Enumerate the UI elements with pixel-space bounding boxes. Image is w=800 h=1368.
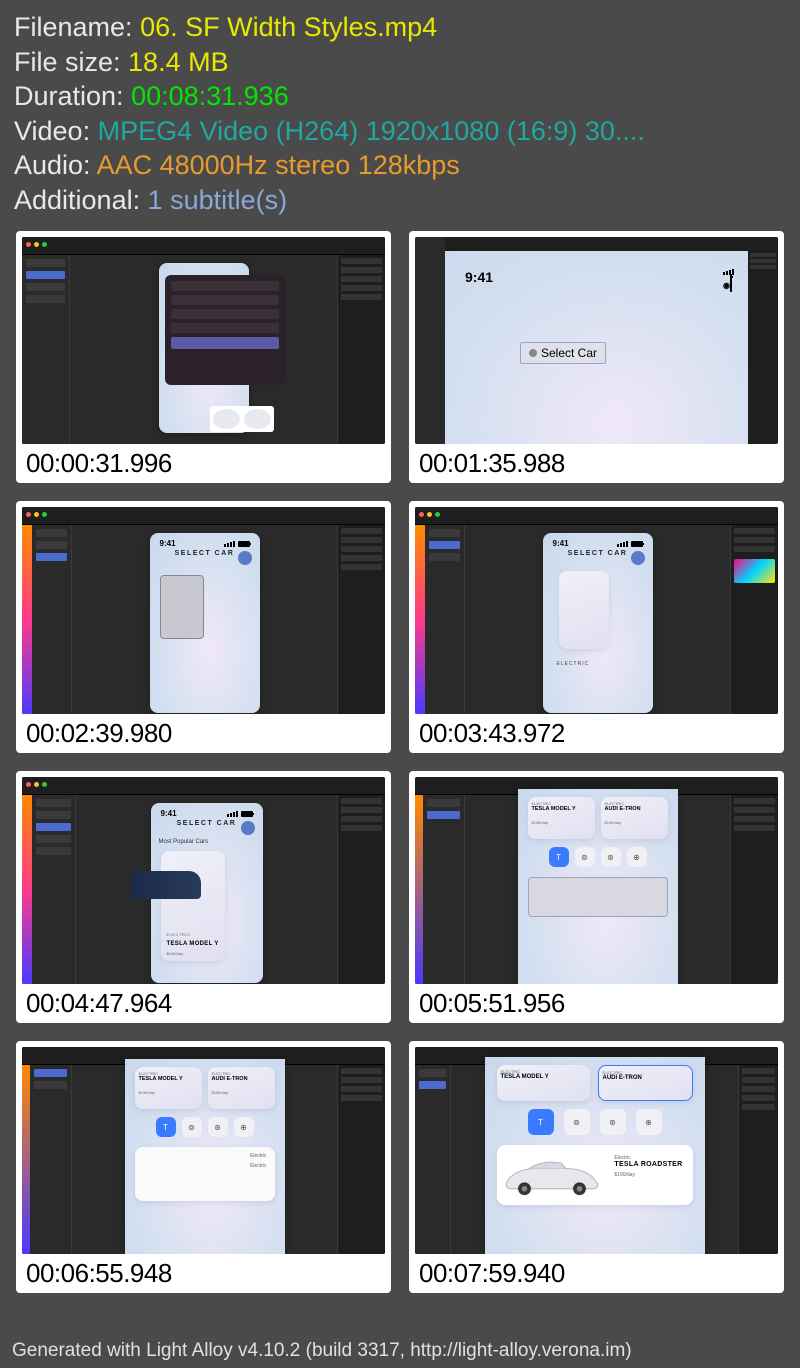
thumbnail-cell[interactable]: 00:00:31.996 — [16, 231, 391, 483]
thumbnail-cell[interactable]: ELECTRIC TESLA MODEL Y ELECTRIC AUDI E-T… — [409, 1041, 784, 1293]
audio-value: AAC 48000Hz stereo 128kbps — [97, 150, 460, 180]
thumbnail-cell[interactable]: ELECTRIC TESLA MODEL Y $190/day ELECTRIC… — [16, 1041, 391, 1293]
thumbnail-grid: 00:00:31.996 9:41 ◉ Select Car 00:01:35.… — [0, 225, 800, 1293]
video-value: MPEG4 Video (H264) 1920x1080 (16:9) 30..… — [98, 116, 645, 146]
additional-label: Additional: — [14, 185, 148, 215]
filesize-label: File size: — [14, 47, 128, 77]
video-label: Video: — [14, 116, 98, 146]
timestamp: 00:02:39.980 — [16, 714, 391, 753]
additional-value: 1 subtitle(s) — [148, 185, 288, 215]
thumbnail-cell[interactable]: 9:41 ◉ Select Car 00:01:35.988 — [409, 231, 784, 483]
timestamp: 00:00:31.996 — [16, 444, 391, 483]
thumbnail-image: 9:41 ◉ Select Car — [415, 237, 778, 444]
thumbnail-image: ELECTRIC TESLA MODEL Y ELECTRIC AUDI E-T… — [415, 1047, 778, 1254]
brand-tesla-icon: T — [549, 847, 569, 867]
timestamp: 00:03:43.972 — [409, 714, 784, 753]
file-metadata: Filename: 06. SF Width Styles.mp4 File s… — [0, 0, 800, 225]
car-roadster-icon — [497, 1152, 607, 1198]
brand-bmw-icon: ⊛ — [601, 847, 621, 867]
avatar-icon — [238, 551, 252, 565]
timestamp: 00:04:47.964 — [16, 984, 391, 1023]
thumbnail-image: 9:41 SELECT CAR — [22, 507, 385, 714]
thumbnail-cell[interactable]: 9:41 SELECT CAR Most Popular Cars ELECTR… — [16, 771, 391, 1023]
thumbnail-image: ELECTRIC TESLA MODEL Y $190/day ELECTRIC… — [22, 1047, 385, 1254]
status-time: 9:41 — [465, 269, 493, 291]
brand-mercedes-icon: ⊕ — [627, 847, 647, 867]
thumbnail-image: 9:41 SELECT CAR ELECTRIC — [415, 507, 778, 714]
timestamp: 00:07:59.940 — [409, 1254, 784, 1293]
thumbnail-image: 9:41 SELECT CAR Most Popular Cars ELECTR… — [22, 777, 385, 984]
thumbnail-image — [22, 237, 385, 444]
car-silhouette-icon — [131, 871, 201, 899]
thumbnail-cell[interactable]: 9:41 SELECT CAR ELECTRIC 00:03:43.972 — [409, 501, 784, 753]
status-icons: ◉ — [723, 269, 734, 291]
thumbnail-image: ELECTRIC TESLA MODEL Y $190/day ELECTRIC… — [415, 777, 778, 984]
thumbnail-cell[interactable]: 9:41 SELECT CAR 00:02:39.980 — [16, 501, 391, 753]
timestamp: 00:05:51.956 — [409, 984, 784, 1023]
electric-label: ELECTRIC — [557, 661, 590, 667]
generator-footer: Generated with Light Alloy v4.10.2 (buil… — [12, 1340, 632, 1362]
timestamp: 00:01:35.988 — [409, 444, 784, 483]
timestamp: 00:06:55.948 — [16, 1254, 391, 1293]
duration-value: 00:08:31.936 — [131, 81, 289, 111]
filename-label: Filename: — [14, 12, 140, 42]
brand-audi-icon: ⊚ — [575, 847, 595, 867]
filesize-value: 18.4 MB — [128, 47, 229, 77]
duration-label: Duration: — [14, 81, 131, 111]
filename-value: 06. SF Width Styles.mp4 — [140, 12, 437, 42]
placeholder-rect — [160, 575, 204, 639]
select-car-button: Select Car — [520, 342, 606, 364]
thumbnail-cell[interactable]: ELECTRIC TESLA MODEL Y $190/day ELECTRIC… — [409, 771, 784, 1023]
audio-label: Audio: — [14, 150, 97, 180]
